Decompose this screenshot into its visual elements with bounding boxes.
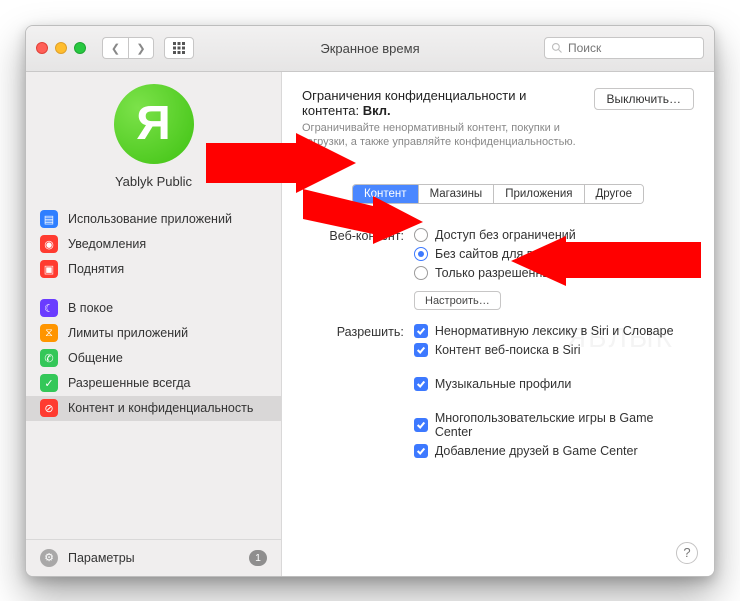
sidebar-item-label: Поднятия — [68, 262, 124, 276]
window-controls — [36, 42, 86, 54]
sidebar-item-downtime[interactable]: ☾ В покое — [26, 296, 281, 321]
checkbox-icon — [414, 444, 428, 458]
user-header: Я Yablyk Public — [26, 80, 281, 201]
bell-icon: ◉ — [40, 235, 58, 253]
radio-icon — [414, 266, 428, 280]
sidebar-item-options[interactable]: ⚙ Параметры 1 — [26, 540, 281, 576]
tabs: Контент Магазины Приложения Другое — [352, 184, 644, 204]
allow-row: Разрешить: Ненормативную лексику в Siri … — [302, 324, 694, 458]
sidebar-item-label: Разрешенные всегда — [68, 376, 191, 390]
sidebar-item-label: Контент и конфиденциальность — [68, 401, 253, 415]
page-description: Ограничивайте ненормативный контент, пок… — [302, 121, 584, 151]
radio-unrestricted[interactable]: Доступ без ограничений — [414, 228, 621, 242]
chat-icon: ✆ — [40, 349, 58, 367]
tab-other[interactable]: Другое — [584, 185, 644, 203]
help-button[interactable]: ? — [676, 542, 698, 564]
sidebar-item-always-allowed[interactable]: ✓ Разрешенные всегда — [26, 371, 281, 396]
radio-label: Доступ без ограничений — [435, 228, 576, 242]
allow-label: Разрешить: — [302, 324, 414, 339]
radio-icon — [414, 247, 428, 261]
tab-content[interactable]: Контент — [353, 185, 418, 203]
pickup-icon: ▣ — [40, 260, 58, 278]
gear-icon: ⚙ — [40, 549, 58, 567]
user-name: Yablyk Public — [115, 174, 192, 189]
sidebar-item-label: Использование приложений — [68, 212, 232, 226]
check-siri-profanity[interactable]: Ненормативную лексику в Siri и Словаре — [414, 324, 694, 338]
moon-icon: ☾ — [40, 299, 58, 317]
check-label: Ненормативную лексику в Siri и Словаре — [435, 324, 674, 338]
window-body: Я Yablyk Public ▤ Использование приложен… — [26, 72, 714, 576]
search-icon — [551, 42, 563, 54]
zoom-icon[interactable] — [74, 42, 86, 54]
sidebar: Я Yablyk Public ▤ Использование приложен… — [26, 72, 282, 576]
show-all-button[interactable] — [164, 37, 194, 59]
back-button[interactable]: ❮ — [102, 37, 128, 59]
content-form: Веб-контент: Доступ без ограничений Без … — [302, 228, 694, 458]
sidebar-footer: ⚙ Параметры 1 — [26, 539, 281, 576]
preferences-window: ❮ ❯ Экранное время Я Yablyk Public ▤ Исп… — [25, 25, 715, 577]
search-input[interactable] — [568, 41, 697, 55]
checkbox-icon — [414, 324, 428, 338]
check-label: Контент веб-поиска в Siri — [435, 343, 581, 357]
main-pane: Ограничения конфиденциальности и контент… — [282, 72, 714, 576]
options-badge: 1 — [249, 550, 267, 566]
checkbox-icon — [414, 418, 428, 432]
sidebar-item-label: В покое — [68, 301, 113, 315]
radio-icon — [414, 228, 428, 242]
checkbox-icon — [414, 343, 428, 357]
configure-button[interactable]: Настроить… — [414, 291, 501, 310]
tab-stores[interactable]: Магазины — [418, 185, 494, 203]
page-title: Ограничения конфиденциальности и контент… — [302, 88, 584, 118]
sidebar-item-pickups[interactable]: ▣ Поднятия — [26, 257, 281, 282]
sidebar-item-usage[interactable]: ▤ Использование приложений — [26, 207, 281, 232]
check-gc-multiplayer[interactable]: Многопользовательские игры в Game Center — [414, 411, 694, 439]
check-icon: ✓ — [40, 374, 58, 392]
close-icon[interactable] — [36, 42, 48, 54]
check-music-profiles[interactable]: Музыкальные профили — [414, 377, 694, 391]
no-entry-icon: ⊘ — [40, 399, 58, 417]
stack-icon: ▤ — [40, 210, 58, 228]
radio-label: Только разрешенные веб-сайты — [435, 266, 621, 280]
sidebar-list: ▤ Использование приложений ◉ Уведомления… — [26, 207, 281, 421]
check-label: Добавление друзей в Game Center — [435, 444, 638, 458]
checkbox-icon — [414, 377, 428, 391]
minimize-icon[interactable] — [55, 42, 67, 54]
turn-off-button[interactable]: Выключить… — [594, 88, 694, 110]
nav-segment: ❮ ❯ — [102, 37, 154, 59]
web-content-label: Веб-контент: — [302, 228, 414, 243]
sidebar-item-notifications[interactable]: ◉ Уведомления — [26, 232, 281, 257]
sidebar-item-app-limits[interactable]: ⧖ Лимиты приложений — [26, 321, 281, 346]
sidebar-item-label: Общение — [68, 351, 123, 365]
titlebar: ❮ ❯ Экранное время — [26, 26, 714, 72]
sidebar-item-label: Параметры — [68, 551, 135, 565]
sidebar-item-communication[interactable]: ✆ Общение — [26, 346, 281, 371]
forward-button[interactable]: ❯ — [128, 37, 154, 59]
radio-allowed-only[interactable]: Только разрешенные веб-сайты — [414, 266, 621, 280]
search-field[interactable] — [544, 37, 704, 59]
check-siri-websearch[interactable]: Контент веб-поиска в Siri — [414, 343, 694, 357]
sidebar-item-label: Лимиты приложений — [68, 326, 188, 340]
sidebar-item-label: Уведомления — [68, 237, 146, 251]
check-label: Музыкальные профили — [435, 377, 572, 391]
hourglass-icon: ⧖ — [40, 324, 58, 342]
check-label: Многопользовательские игры в Game Center — [435, 411, 694, 439]
avatar: Я — [114, 84, 194, 164]
sidebar-item-content-privacy[interactable]: ⊘ Контент и конфиденциальность — [26, 396, 281, 421]
radio-limit-adult[interactable]: Без сайтов для взрослых — [414, 247, 621, 261]
tab-apps[interactable]: Приложения — [493, 185, 583, 203]
content-header: Ограничения конфиденциальности и контент… — [302, 88, 694, 151]
check-gc-friends[interactable]: Добавление друзей в Game Center — [414, 444, 694, 458]
web-content-row: Веб-контент: Доступ без ограничений Без … — [302, 228, 694, 310]
radio-label: Без сайтов для взрослых — [435, 247, 582, 261]
